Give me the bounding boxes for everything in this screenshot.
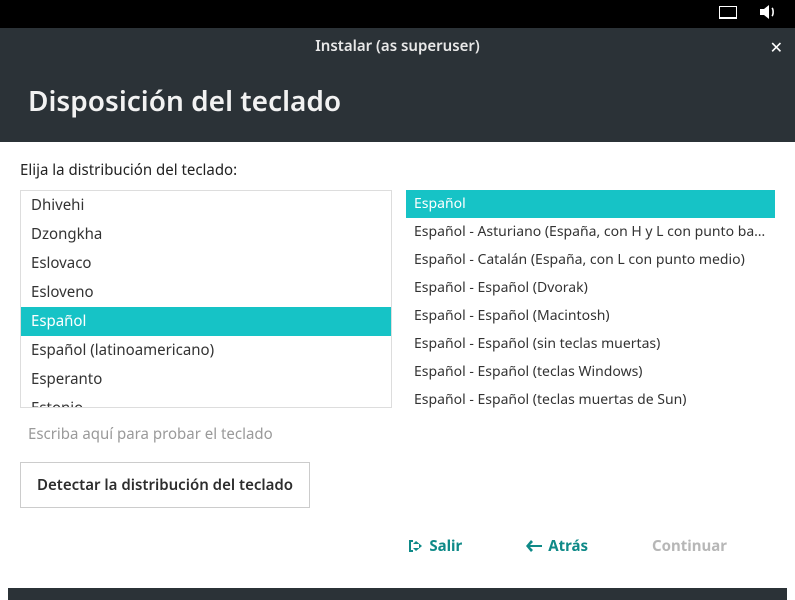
bottom-strip [8,588,787,600]
list-item[interactable]: Esperanto [21,365,391,394]
back-button[interactable]: Atrás [526,536,588,556]
list-item[interactable]: Estonio [21,394,391,408]
list-item[interactable]: Español - Español (Macintosh) [406,302,775,330]
volume-icon [759,3,777,25]
layout-list[interactable]: DhivehiDzongkhaEslovacoEslovenoEspañolEs… [20,190,392,408]
list-item[interactable]: Dhivehi [21,191,391,220]
display-icon [719,3,737,25]
list-item[interactable]: Dzongkha [21,220,391,249]
page-title: Disposición del teclado [0,56,795,120]
list-item[interactable]: Español [406,190,775,218]
test-keyboard-input[interactable] [20,408,775,458]
list-item[interactable]: Español (latinoamericano) [21,336,391,365]
exit-label: Salir [429,536,462,556]
list-item[interactable]: Español - Asturiano (España, con H y L c… [406,218,775,246]
exit-button[interactable]: Salir [407,536,462,556]
continue-button[interactable]: Continuar [652,536,727,556]
list-item[interactable]: Esloveno [21,278,391,307]
close-icon[interactable]: ✕ [770,36,783,58]
list-item[interactable]: Español - Catalán (España, con L con pun… [406,246,775,274]
list-item[interactable]: Eslovaco [21,249,391,278]
variant-list[interactable]: EspañolEspañol - Asturiano (España, con … [406,190,775,408]
exit-icon [407,538,423,554]
list-item[interactable]: Español - Español (teclas muertas de Sun… [406,386,775,408]
detect-layout-button[interactable]: Detectar la distribución del teclado [20,462,310,508]
list-item[interactable]: Español - Español (teclas Windows) [406,358,775,386]
back-label: Atrás [548,536,588,556]
prompt-text: Elija la distribución del teclado: [20,160,775,180]
list-item[interactable]: Español - Español (Dvorak) [406,274,775,302]
window-title: Instalar (as superuser) [0,28,795,56]
arrow-left-icon [526,540,542,552]
list-item[interactable]: Español [21,307,391,336]
list-item[interactable]: Español - Español (sin teclas muertas) [406,330,775,358]
continue-label: Continuar [652,536,727,556]
